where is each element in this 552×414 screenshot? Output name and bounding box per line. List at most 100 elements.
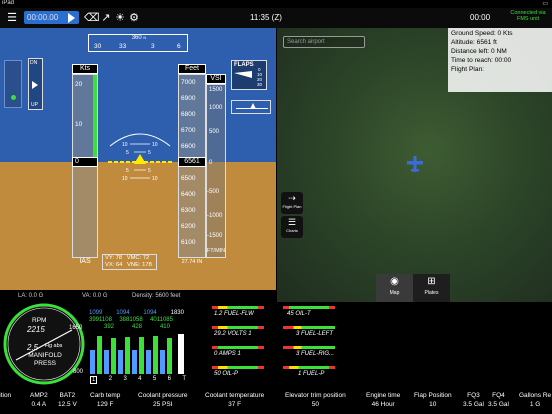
cylinder-labels: 123456T bbox=[90, 376, 186, 384]
egt-cht-bars bbox=[90, 334, 184, 374]
heading-tick: 33 bbox=[119, 43, 127, 50]
ground-speed: Ground Speed: 0 Kts bbox=[451, 30, 513, 37]
settings-icon[interactable]: ⚙ bbox=[128, 12, 140, 24]
altitude-info: Altitude: 6561 ft bbox=[451, 39, 497, 46]
charts-button[interactable]: ☰ Charts bbox=[281, 216, 303, 238]
alt-tick: 6100 bbox=[181, 239, 196, 246]
vsi-tick: -500 bbox=[207, 189, 220, 195]
strip-item: Carb temp 129 F bbox=[90, 392, 121, 408]
attitude-indicator: 10 10 5 5 5 5 10 10 bbox=[108, 133, 172, 182]
strip-item: Gallons Re 1 G bbox=[519, 392, 552, 408]
fuel-right-bar bbox=[283, 346, 335, 349]
export-icon[interactable]: ↗ bbox=[100, 12, 112, 24]
gauge-tick-800: 800 bbox=[73, 369, 84, 375]
flap-wing-icon bbox=[234, 71, 252, 78]
amps-bar bbox=[212, 346, 264, 349]
speed-label: Kts bbox=[72, 64, 98, 74]
heading-indicator: 360 N 30 33 3 6 bbox=[88, 34, 188, 52]
vsi-tick: 0 bbox=[209, 160, 213, 166]
alt-tick: 7000 bbox=[181, 79, 196, 86]
device-name: iPad bbox=[2, 0, 15, 6]
strip-item: AMP2 0.4 A bbox=[30, 392, 48, 408]
pitch-label: 5 bbox=[148, 150, 151, 156]
oil-pressure-bar bbox=[212, 366, 264, 369]
map-tabs: ◉ Map ⊞ Plates bbox=[376, 274, 450, 302]
vsi-tape: 1500 1000 500 0 -500 -1000 -1500 bbox=[206, 84, 226, 258]
menu-icon[interactable]: ☰ bbox=[6, 12, 18, 24]
altitude-readout: 6561 bbox=[178, 157, 206, 167]
speed-tick: 10 bbox=[75, 121, 83, 128]
aircraft-icon bbox=[407, 156, 423, 172]
tab-map[interactable]: ◉ Map bbox=[376, 274, 413, 302]
trim-dn-label: DN bbox=[30, 60, 38, 66]
strip-item: FQ4 3.5 Gal bbox=[488, 392, 509, 408]
distance-left: Distance left: 0 NM bbox=[451, 48, 507, 55]
flaps-label: FLAPS bbox=[234, 62, 254, 68]
v-speeds: VY: 78 VMC: 72 VX: 64 VNE: 178 bbox=[102, 254, 157, 270]
vsi-label: VSI bbox=[206, 74, 226, 84]
toolbar: ☰ 00:00.00 ⌫ ↗ ☀ ⚙ 11:35 (Z) 00:00 Conne… bbox=[0, 8, 552, 28]
charts-icon: ☰ bbox=[287, 217, 297, 227]
slip-indicator bbox=[4, 60, 22, 108]
strip-item: sition bbox=[0, 392, 12, 399]
flap-value: 30 bbox=[257, 82, 263, 87]
flaps-indicator: FLAPS 0 10 20 30 bbox=[231, 60, 267, 90]
time-to-reach: Time to reach: 00:00 bbox=[451, 57, 512, 64]
green-arc bbox=[93, 75, 97, 161]
vertical-accel: VA: 0.0 G bbox=[82, 293, 108, 299]
pitch-label: 10 bbox=[152, 142, 158, 148]
vsi-tick: 1500 bbox=[209, 87, 223, 93]
route-icon: ⇢ bbox=[288, 193, 296, 203]
elapsed-time: 00:00 bbox=[470, 13, 491, 22]
pitch-label: 5 bbox=[126, 168, 129, 174]
alt-tick: 6400 bbox=[181, 191, 196, 198]
fuel-right: 3 FUEL-RIG... bbox=[296, 351, 335, 357]
manifold-label: MANIFOLD PRESS bbox=[28, 352, 62, 367]
vsi-unit: FT/MIN bbox=[206, 248, 226, 254]
volts: 29.2 VOLTS 1 bbox=[214, 331, 252, 337]
volts-bar bbox=[212, 326, 264, 329]
speed-tick: 20 bbox=[75, 81, 83, 88]
baro-setting[interactable]: 27.74 IN bbox=[178, 259, 206, 268]
oil-pressure: 50 OIL-P bbox=[214, 371, 239, 377]
vsi-tick: 500 bbox=[209, 129, 220, 135]
alt-tick: 6900 bbox=[181, 95, 196, 102]
engine-monitor: RPM 2215 2.5 Hg abs MANIFOLD PRESS 1650 8… bbox=[0, 302, 552, 388]
strip-item: Coolant temperature 37 F bbox=[205, 392, 265, 408]
heading-tick: 3 bbox=[151, 43, 155, 50]
globe-icon: ◉ bbox=[390, 276, 399, 287]
pitch-label: 10 bbox=[122, 176, 128, 182]
density-altitude: Density: 5600 feet bbox=[132, 293, 181, 299]
flight-plan-button[interactable]: ⇢ Flight Plan bbox=[281, 192, 303, 214]
trim-up-label: UP bbox=[31, 102, 38, 108]
flight-plan: Flight Plan: bbox=[451, 66, 484, 73]
pitch-label: 5 bbox=[148, 168, 151, 174]
status-bar: iPad ▭ bbox=[0, 0, 552, 8]
manifold-unit: Hg abs bbox=[45, 343, 63, 349]
pitch-label: 10 bbox=[152, 176, 158, 182]
elevator-trim: DN UP bbox=[28, 58, 43, 110]
flight-info-panel: Ground Speed: 0 Kts Altitude: 6561 ft Di… bbox=[448, 28, 552, 92]
trash-icon[interactable]: ⌫ bbox=[84, 12, 100, 24]
moving-map[interactable]: Search airport Ground Speed: 0 Kts Altit… bbox=[277, 28, 552, 302]
data-strip[interactable]: sition AMP20.4 A BAT212.5 V Carb temp129… bbox=[0, 389, 552, 414]
strip-item: Elevator trim position 50 bbox=[285, 392, 346, 408]
vsi-tick: -1500 bbox=[207, 233, 223, 239]
play-icon[interactable] bbox=[68, 13, 75, 23]
slip-ball-icon bbox=[11, 95, 16, 100]
search-input[interactable]: Search airport bbox=[283, 36, 365, 48]
lateral-accel: LA: 0.0 G bbox=[18, 293, 44, 299]
strip-item: BAT2 12.5 V bbox=[58, 392, 77, 408]
strip-item: Coolant pressure 25 PSI bbox=[138, 392, 188, 408]
tab-plates[interactable]: ⊞ Plates bbox=[413, 274, 450, 302]
heading-tick: 6 bbox=[177, 43, 181, 50]
alt-tick: 6600 bbox=[181, 143, 196, 150]
fuel-left-bar bbox=[283, 326, 335, 329]
strip-item: FQ3 3.5 Gal bbox=[463, 392, 484, 408]
oil-temp-bar bbox=[283, 306, 335, 309]
bank-pointer-icon bbox=[250, 103, 256, 109]
pfd-footer: LA: 0.0 G VA: 0.0 G Density: 5600 feet bbox=[0, 290, 276, 302]
oil-temp: 45 OIL-T bbox=[287, 311, 311, 317]
brightness-icon[interactable]: ☀ bbox=[114, 12, 126, 24]
fms-status: Connected via FMS unit bbox=[510, 10, 546, 22]
